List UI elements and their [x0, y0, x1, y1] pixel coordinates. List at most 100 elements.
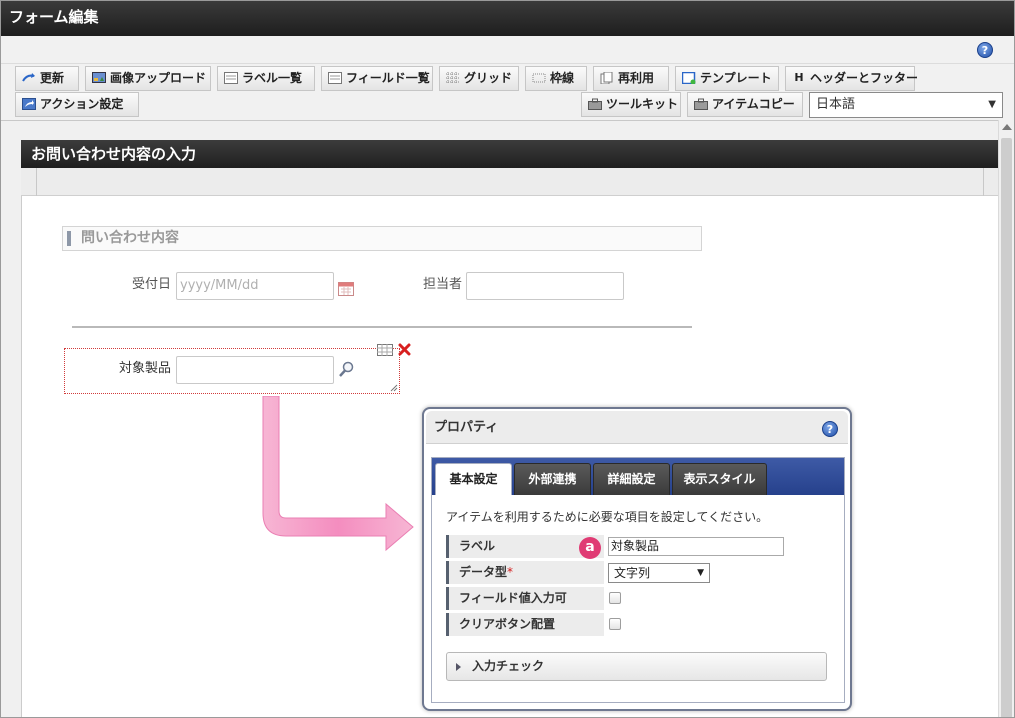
property-value-field-input-cell: [604, 587, 824, 610]
resize-handle-icon[interactable]: [390, 384, 398, 392]
required-mark: *: [507, 565, 514, 579]
update-button[interactable]: 更新: [15, 66, 79, 91]
property-name-clear-button: クリアボタン配置: [446, 613, 604, 636]
border-button[interactable]: 枠線: [525, 66, 587, 91]
property-value-clear-button-cell: [604, 613, 824, 636]
property-value-label-cell: 対象製品: [604, 535, 824, 558]
expand-arrow-icon: [456, 663, 461, 671]
label-list-label: ラベル一覧: [242, 71, 303, 85]
label-list-icon: [224, 72, 238, 84]
flow-arrow: [262, 396, 414, 552]
toolkit-label: ツールキット: [606, 97, 679, 111]
subheader-divider-right: [983, 168, 984, 196]
reuse-button[interactable]: 再利用: [593, 66, 669, 91]
reuse-icon: [600, 72, 613, 84]
label-value-input[interactable]: 対象製品: [608, 537, 784, 556]
tab-basic-settings[interactable]: 基本設定: [435, 463, 512, 495]
data-type-text: データ型: [459, 565, 508, 579]
template-label: テンプレート: [700, 71, 772, 85]
chevron-down-icon: ▼: [697, 568, 704, 578]
chevron-down-icon: ▼: [988, 99, 996, 110]
receipt-date-label: 受付日: [132, 277, 172, 292]
tab-detail-settings[interactable]: 詳細設定: [593, 463, 670, 495]
item-copy-icon: [694, 98, 708, 110]
product-label: 対象製品: [119, 361, 172, 376]
border-label: 枠線: [550, 71, 575, 85]
action-settings-button[interactable]: アクション設定: [15, 92, 139, 117]
field-list-label: フィールド一覧: [346, 71, 430, 85]
horizontal-divider: [72, 326, 692, 328]
subheader-divider-left: [36, 168, 37, 196]
update-icon: [22, 73, 35, 82]
form-header[interactable]: お問い合わせ内容の入力: [21, 140, 998, 168]
calendar-icon[interactable]: [338, 280, 354, 296]
form-editor-window: フォーム編集 ? 更新 画像アップロード ラベル一覧 フィールド一覧 グリッド …: [0, 0, 1015, 718]
search-icon[interactable]: [338, 361, 355, 378]
properties-description: アイテムを利用するために必要な項目を設定してください。: [446, 510, 769, 524]
receipt-date-placeholder: yyyy/MM/dd: [180, 278, 259, 293]
image-upload-button[interactable]: 画像アップロード: [85, 66, 211, 91]
properties-title: プロパティ: [434, 420, 499, 435]
property-row-data-type: データ型* 文字列 ▼: [446, 561, 824, 585]
item-copy-label: アイテムコピー: [712, 97, 795, 111]
data-type-select[interactable]: 文字列 ▼: [608, 563, 710, 583]
help-icon[interactable]: ?: [977, 42, 993, 58]
property-name-data-type: データ型*: [446, 561, 604, 584]
tab-strip: 基本設定 外部連携 詳細設定 表示スタイル: [432, 458, 844, 495]
property-name-field-input: フィールド値入力可: [446, 587, 604, 610]
properties-header: プロパティ ?: [426, 411, 848, 444]
section-title[interactable]: 問い合わせ内容: [62, 226, 702, 251]
section-title-text: 問い合わせ内容: [81, 230, 179, 246]
data-type-value: 文字列: [614, 566, 651, 580]
grid-icon: [446, 72, 460, 84]
property-row-clear-button: クリアボタン配置: [446, 613, 824, 637]
template-button[interactable]: テンプレート: [675, 66, 779, 91]
assignee-input[interactable]: [466, 272, 624, 300]
toolbar: 更新 画像アップロード ラベル一覧 フィールド一覧 グリッド 枠線 再利用 テン…: [1, 64, 1014, 121]
header-footer-icon: H: [794, 71, 804, 84]
vertical-scrollbar[interactable]: [998, 120, 1014, 717]
property-row-field-input: フィールド値入力可: [446, 587, 824, 611]
label-list-button[interactable]: ラベル一覧: [217, 66, 315, 91]
field-input-checkbox[interactable]: [609, 592, 621, 604]
property-value-data-type-cell: 文字列 ▼: [604, 561, 824, 584]
window-title: フォーム編集: [1, 1, 1014, 36]
tab-display-style[interactable]: 表示スタイル: [672, 463, 767, 495]
properties-help-icon[interactable]: ?: [822, 421, 838, 437]
annotation-badge: a: [579, 537, 601, 559]
header-footer-button[interactable]: H ヘッダーとフッター: [785, 66, 919, 91]
help-bar: ?: [1, 36, 1014, 64]
assignee-label: 担当者: [423, 277, 463, 292]
delete-icon[interactable]: [398, 343, 411, 356]
toolkit-icon: [588, 98, 602, 110]
field-list-button[interactable]: フィールド一覧: [321, 66, 433, 91]
toolkit-button[interactable]: ツールキット: [581, 92, 681, 117]
table-icon[interactable]: [377, 344, 393, 356]
template-icon: [682, 72, 696, 84]
form-subheader: [21, 168, 998, 196]
label-value-text: 対象製品: [611, 539, 660, 553]
image-upload-label: 画像アップロード: [110, 71, 207, 85]
header-footer-label: ヘッダーとフッター: [810, 71, 919, 85]
product-input[interactable]: [176, 356, 334, 384]
receipt-date-input[interactable]: yyyy/MM/dd: [176, 272, 334, 300]
tab-external-link[interactable]: 外部連携: [514, 463, 591, 495]
input-check-section[interactable]: 入力チェック: [446, 652, 827, 681]
properties-panel: プロパティ ? 基本設定 外部連携 詳細設定 表示スタイル アイテムを利用するた…: [422, 407, 852, 711]
item-copy-button[interactable]: アイテムコピー: [687, 92, 803, 117]
action-settings-label: アクション設定: [40, 97, 124, 111]
clear-button-checkbox[interactable]: [609, 618, 621, 630]
grid-button[interactable]: グリッド: [439, 66, 519, 91]
image-upload-icon: [92, 72, 106, 83]
property-row-label: ラベル 対象製品: [446, 535, 824, 559]
reuse-label: 再利用: [618, 71, 655, 85]
field-list-icon: [328, 72, 342, 84]
input-check-label: 入力チェック: [472, 659, 545, 673]
scroll-thumb[interactable]: [1001, 138, 1012, 717]
border-icon: [532, 73, 546, 83]
scroll-up-icon[interactable]: [1002, 124, 1012, 130]
language-select[interactable]: 日本語 ▼: [809, 92, 1003, 118]
action-settings-icon: [22, 98, 36, 110]
grid-label: グリッド: [464, 71, 513, 85]
section-title-marker: [67, 231, 71, 246]
